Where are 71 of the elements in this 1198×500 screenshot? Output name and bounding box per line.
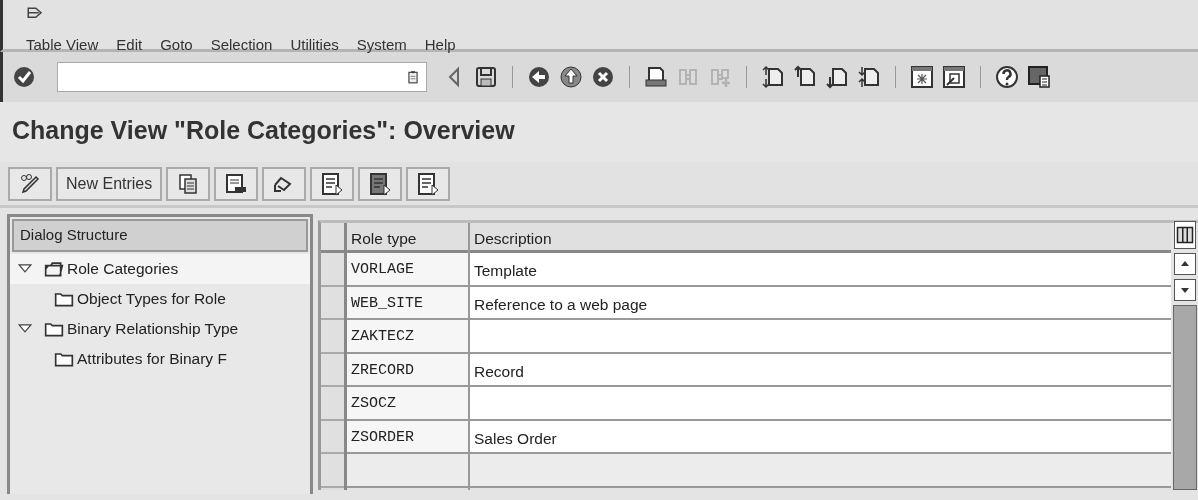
scroll-down-button[interactable] bbox=[1173, 279, 1196, 301]
cancel-button[interactable] bbox=[590, 64, 616, 90]
tree-item[interactable]: Object Types for Role bbox=[10, 283, 310, 314]
layout-icon bbox=[1027, 65, 1051, 89]
print-icon bbox=[644, 65, 668, 89]
shortcut-button[interactable] bbox=[941, 64, 967, 90]
tree-item[interactable]: Role Categories bbox=[10, 253, 310, 284]
column-header[interactable]: Role type bbox=[347, 223, 468, 253]
input-field[interactable] bbox=[470, 320, 1171, 354]
select-block-button[interactable] bbox=[358, 166, 403, 201]
tree-item[interactable]: Attributes for Binary F bbox=[10, 343, 310, 374]
select-all-button[interactable] bbox=[310, 166, 355, 201]
columns-icon bbox=[1175, 225, 1194, 245]
command-field[interactable] bbox=[57, 62, 427, 92]
menu-item[interactable]: System bbox=[347, 34, 416, 57]
first-page-button[interactable] bbox=[760, 64, 786, 90]
cancel-icon bbox=[591, 65, 615, 89]
table-cell: ZSOCZ bbox=[347, 387, 468, 421]
menu-item[interactable]: Help bbox=[415, 34, 465, 57]
table-cell: ZSORDER bbox=[347, 420, 468, 454]
save-icon bbox=[474, 65, 498, 89]
scroll-up-button[interactable] bbox=[1173, 253, 1196, 275]
table-cell: ZAKTECZ bbox=[347, 320, 468, 354]
exit-button[interactable] bbox=[558, 64, 584, 90]
menu-item[interactable]: Selection bbox=[201, 34, 282, 57]
tree-item[interactable]: Binary Relationship Type bbox=[10, 313, 310, 344]
help-button[interactable] bbox=[994, 64, 1020, 90]
back-button[interactable] bbox=[526, 64, 552, 90]
input-field[interactable]: Reference to a web page bbox=[470, 286, 1171, 320]
panel-header: Dialog Structure bbox=[12, 219, 308, 252]
new-session-icon bbox=[910, 65, 934, 89]
table-cell: VORLAGE bbox=[347, 253, 468, 287]
layout-button[interactable] bbox=[1026, 64, 1052, 90]
shortcut-icon bbox=[942, 65, 966, 89]
select-all-icon bbox=[320, 171, 345, 196]
menu-item[interactable]: Utilities bbox=[281, 34, 348, 57]
last-page-button[interactable] bbox=[856, 64, 882, 90]
menu-item[interactable]: Table View bbox=[17, 34, 108, 57]
display-change-button[interactable] bbox=[8, 166, 52, 201]
table-cell: WEB_SITE bbox=[347, 286, 468, 320]
help-icon bbox=[995, 65, 1019, 89]
delete-button[interactable] bbox=[214, 166, 259, 201]
exit-icon bbox=[559, 65, 583, 89]
back-icon bbox=[527, 65, 551, 89]
undo-button[interactable] bbox=[262, 166, 307, 201]
copy-button[interactable] bbox=[166, 166, 211, 201]
delete-icon bbox=[224, 171, 249, 196]
enter-icon bbox=[12, 65, 36, 89]
next-page-icon bbox=[825, 65, 849, 89]
select-all-cell[interactable] bbox=[321, 223, 344, 253]
enter-button[interactable] bbox=[11, 64, 37, 90]
previous-page-icon bbox=[793, 65, 817, 89]
table-cell: ZRECORD bbox=[347, 353, 468, 387]
input-field[interactable] bbox=[470, 387, 1171, 421]
deselect-all-button[interactable] bbox=[406, 166, 451, 201]
column-header[interactable]: Description bbox=[470, 223, 1171, 253]
input-field[interactable]: Template bbox=[470, 253, 1171, 287]
column-settings-button[interactable] bbox=[1173, 221, 1196, 249]
print-button[interactable] bbox=[643, 64, 669, 90]
first-page-icon bbox=[761, 65, 785, 89]
deselect-all-icon bbox=[416, 171, 441, 196]
input-field[interactable]: Sales Order bbox=[470, 420, 1171, 454]
new-session-button[interactable] bbox=[909, 64, 935, 90]
new-entries-button[interactable]: New Entries bbox=[56, 166, 163, 201]
menu-item[interactable]: Edit bbox=[107, 34, 152, 57]
menu-item[interactable]: Goto bbox=[151, 34, 202, 57]
save-button[interactable] bbox=[473, 64, 499, 90]
last-page-icon bbox=[857, 65, 881, 89]
select-block-icon bbox=[368, 171, 393, 196]
input-field[interactable]: Record bbox=[470, 353, 1171, 387]
display-change-icon bbox=[18, 171, 42, 196]
